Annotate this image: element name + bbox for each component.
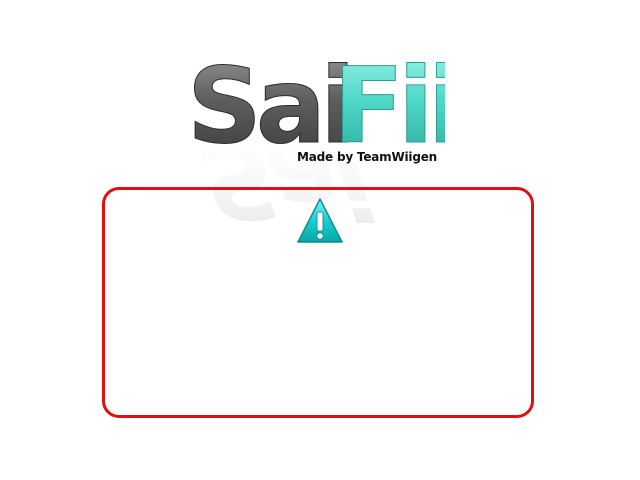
screen: Sai Sai Fii Made by TeamWiigen [0, 0, 640, 480]
warning-icon [296, 197, 344, 245]
logo-text-sai: Sai [187, 45, 350, 167]
logo-text-fii: Fii [333, 45, 445, 167]
byline-text: Made by TeamWiigen [297, 150, 438, 164]
